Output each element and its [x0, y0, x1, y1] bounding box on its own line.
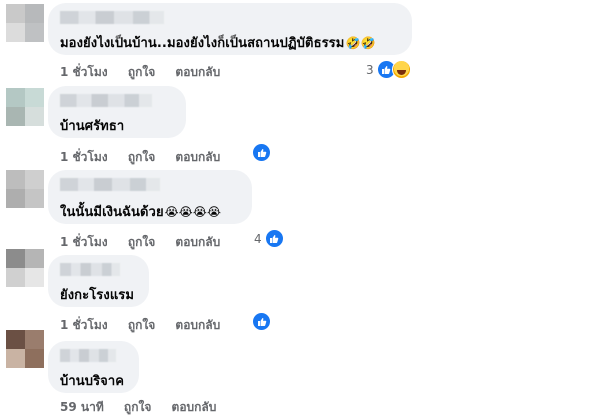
- commenter-name-blurred[interactable]: [60, 178, 160, 191]
- comment-actions: 1 ชั่วโมง ถูกใจ ตอบกลับ: [60, 233, 236, 252]
- like-button[interactable]: ถูกใจ: [128, 65, 155, 79]
- reaction-summary[interactable]: 4: [254, 229, 284, 248]
- reply-button[interactable]: ตอบกลับ: [175, 318, 220, 332]
- comment-actions: 1 ชั่วโมง ถูกใจ ตอบกลับ: [60, 316, 236, 335]
- comment-text-line: ในนั้นมีเงินฉันด้วย😭😭😭😭: [60, 201, 221, 222]
- comment-bubble: บ้านบริจาค: [48, 341, 139, 393]
- comment-bubble: บ้านศรัทธา: [48, 86, 186, 138]
- like-button[interactable]: ถูกใจ: [124, 400, 151, 414]
- comment-bubble: ในนั้นมีเงินฉันด้วย😭😭😭😭: [48, 170, 252, 224]
- reply-button[interactable]: ตอบกลับ: [175, 65, 220, 79]
- reaction-summary[interactable]: [252, 143, 271, 162]
- like-button[interactable]: ถูกใจ: [128, 150, 155, 164]
- avatar[interactable]: [6, 4, 44, 42]
- comment-actions: 59 นาที ถูกใจ ตอบกลับ: [60, 398, 232, 417]
- like-button[interactable]: ถูกใจ: [128, 318, 155, 332]
- comment-text-line: มองยังไงเป็นบ้าน..มองยังไงก็เป็นสถานปฏิบ…: [60, 32, 376, 53]
- comment-time[interactable]: 1 ชั่วโมง: [60, 65, 108, 79]
- like-icon: [252, 312, 271, 331]
- comment-text-line: บ้านศรัทธา: [60, 115, 124, 136]
- comment-bubble: ยังกะโรงแรม: [48, 255, 149, 307]
- reply-button[interactable]: ตอบกลับ: [175, 150, 220, 164]
- avatar[interactable]: [6, 88, 44, 126]
- comment-bubble: มองยังไงเป็นบ้าน..มองยังไงก็เป็นสถานปฏิบ…: [48, 3, 412, 55]
- comment-text: ในนั้นมีเงินฉันด้วย: [60, 205, 164, 220]
- comment-text: มองยังไงเป็นบ้าน..มองยังไงก็เป็นสถานปฏิบ…: [60, 36, 345, 51]
- comment-text-line: บ้านบริจาค: [60, 370, 124, 391]
- avatar[interactable]: [6, 249, 44, 287]
- like-icon: [264, 229, 284, 248]
- reply-button[interactable]: ตอบกลับ: [172, 400, 217, 414]
- comment-actions: 1 ชั่วโมง ถูกใจ ตอบกลับ: [60, 63, 236, 82]
- comment-time[interactable]: 1 ชั่วโมง: [60, 318, 108, 332]
- reaction-summary[interactable]: 3: [366, 60, 411, 79]
- like-icon: [252, 143, 271, 162]
- commenter-name-blurred[interactable]: [60, 263, 120, 276]
- reaction-count: 3: [366, 62, 374, 77]
- avatar[interactable]: [6, 170, 44, 208]
- comment-text: ยังกะโรงแรม: [60, 288, 135, 303]
- comment-time[interactable]: 1 ชั่วโมง: [60, 150, 108, 164]
- comment-actions: 1 ชั่วโมง ถูกใจ ตอบกลับ: [60, 148, 236, 167]
- like-button[interactable]: ถูกใจ: [128, 235, 155, 249]
- commenter-name-blurred[interactable]: [60, 94, 152, 107]
- comment-time[interactable]: 59 นาที: [60, 400, 104, 414]
- avatar[interactable]: [6, 330, 44, 368]
- reaction-summary[interactable]: [252, 312, 271, 331]
- comment-text-line: ยังกะโรงแรม: [60, 284, 134, 305]
- comment-time[interactable]: 1 ชั่วโมง: [60, 235, 108, 249]
- comment-emoji: 😭😭😭😭: [164, 205, 222, 219]
- reaction-count: 4: [254, 231, 262, 246]
- commenter-name-blurred[interactable]: [60, 11, 164, 24]
- comment-text: บ้านศรัทธา: [60, 119, 125, 134]
- reply-button[interactable]: ตอบกลับ: [175, 235, 220, 249]
- comment-text: บ้านบริจาค: [60, 374, 125, 389]
- comment-emoji: 🤣🤣: [345, 36, 376, 50]
- commenter-name-blurred[interactable]: [60, 349, 116, 362]
- haha-icon: [391, 60, 411, 79]
